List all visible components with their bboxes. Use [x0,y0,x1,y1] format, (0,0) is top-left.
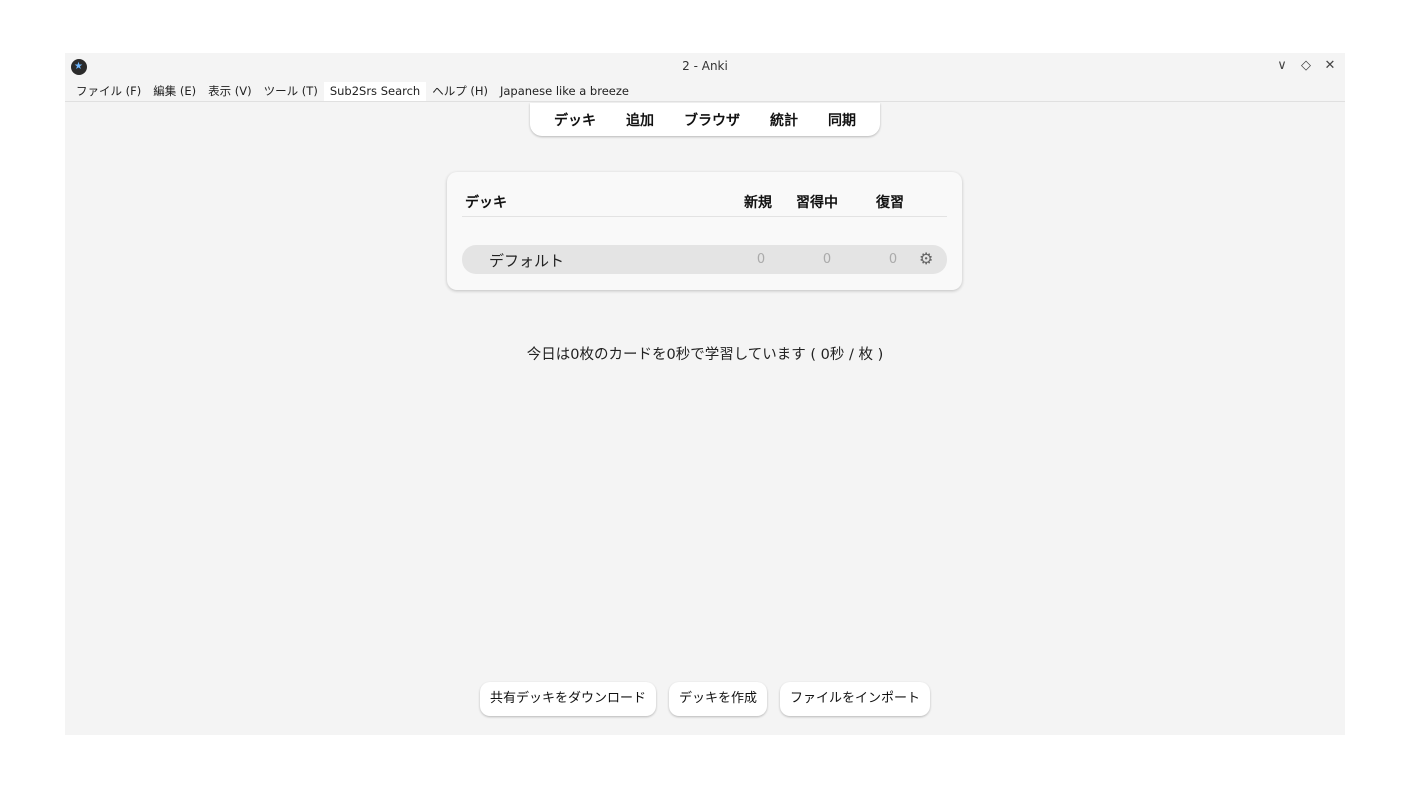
header-review: 復習 [876,195,904,211]
deck-list-panel: デッキ 新規 習得中 復習 デフォルト 0 0 0 ⚙ [447,172,962,290]
window-controls: ∨ ◇ ✕ [1275,57,1337,75]
bottom-actions: 共有デッキをダウンロード デッキを作成 ファイルをインポート [65,682,1345,716]
deck-review-count: 0 [888,252,898,267]
anki-window: 2 - Anki ∨ ◇ ✕ ファイル (F) 編集 (E) 表示 (V) ツー… [65,53,1345,735]
menu-file[interactable]: ファイル (F) [70,81,147,102]
menu-sub2srs-search[interactable]: Sub2Srs Search [323,82,427,101]
maximize-icon[interactable]: ◇ [1299,57,1313,75]
toolbar-add-button[interactable]: 追加 [614,106,666,134]
get-shared-decks-button[interactable]: 共有デッキをダウンロード [479,682,656,716]
deck-list-header: デッキ 新規 習得中 復習 [462,190,947,217]
gear-icon[interactable]: ⚙ [919,249,933,269]
import-file-button[interactable]: ファイルをインポート [780,682,931,716]
toolbar-stats-button[interactable]: 統計 [758,106,810,134]
header-deck: デッキ [465,195,507,211]
menu-bar: ファイル (F) 編集 (E) 表示 (V) ツール (T) Sub2Srs S… [65,82,1345,102]
main-toolbar: デッキ 追加 ブラウザ 統計 同期 [530,103,880,136]
menu-view[interactable]: 表示 (V) [202,81,258,102]
menu-japanese-like-a-breeze[interactable]: Japanese like a breeze [494,82,635,101]
header-new: 新規 [744,195,772,211]
deck-new-count: 0 [756,252,766,267]
deck-name-link[interactable]: デフォルト [489,250,564,271]
deck-row[interactable]: デフォルト 0 0 0 ⚙ [462,245,947,274]
menu-edit[interactable]: 編集 (E) [147,81,202,102]
menu-tools[interactable]: ツール (T) [258,81,324,102]
close-icon[interactable]: ✕ [1323,57,1337,75]
header-learning: 習得中 [796,195,838,211]
deck-learning-count: 0 [822,252,832,267]
menu-help[interactable]: ヘルプ (H) [426,81,494,102]
toolbar-decks-button[interactable]: デッキ [542,106,608,134]
toolbar-sync-button[interactable]: 同期 [816,106,868,134]
title-bar: 2 - Anki ∨ ◇ ✕ [65,53,1345,80]
window-title: 2 - Anki [682,59,728,73]
toolbar-browse-button[interactable]: ブラウザ [672,106,752,134]
study-summary: 今日は0枚のカードを0秒で学習しています ( 0秒 / 枚 ) [526,347,884,363]
minimize-icon[interactable]: ∨ [1275,57,1289,75]
create-deck-button[interactable]: デッキを作成 [668,682,767,716]
